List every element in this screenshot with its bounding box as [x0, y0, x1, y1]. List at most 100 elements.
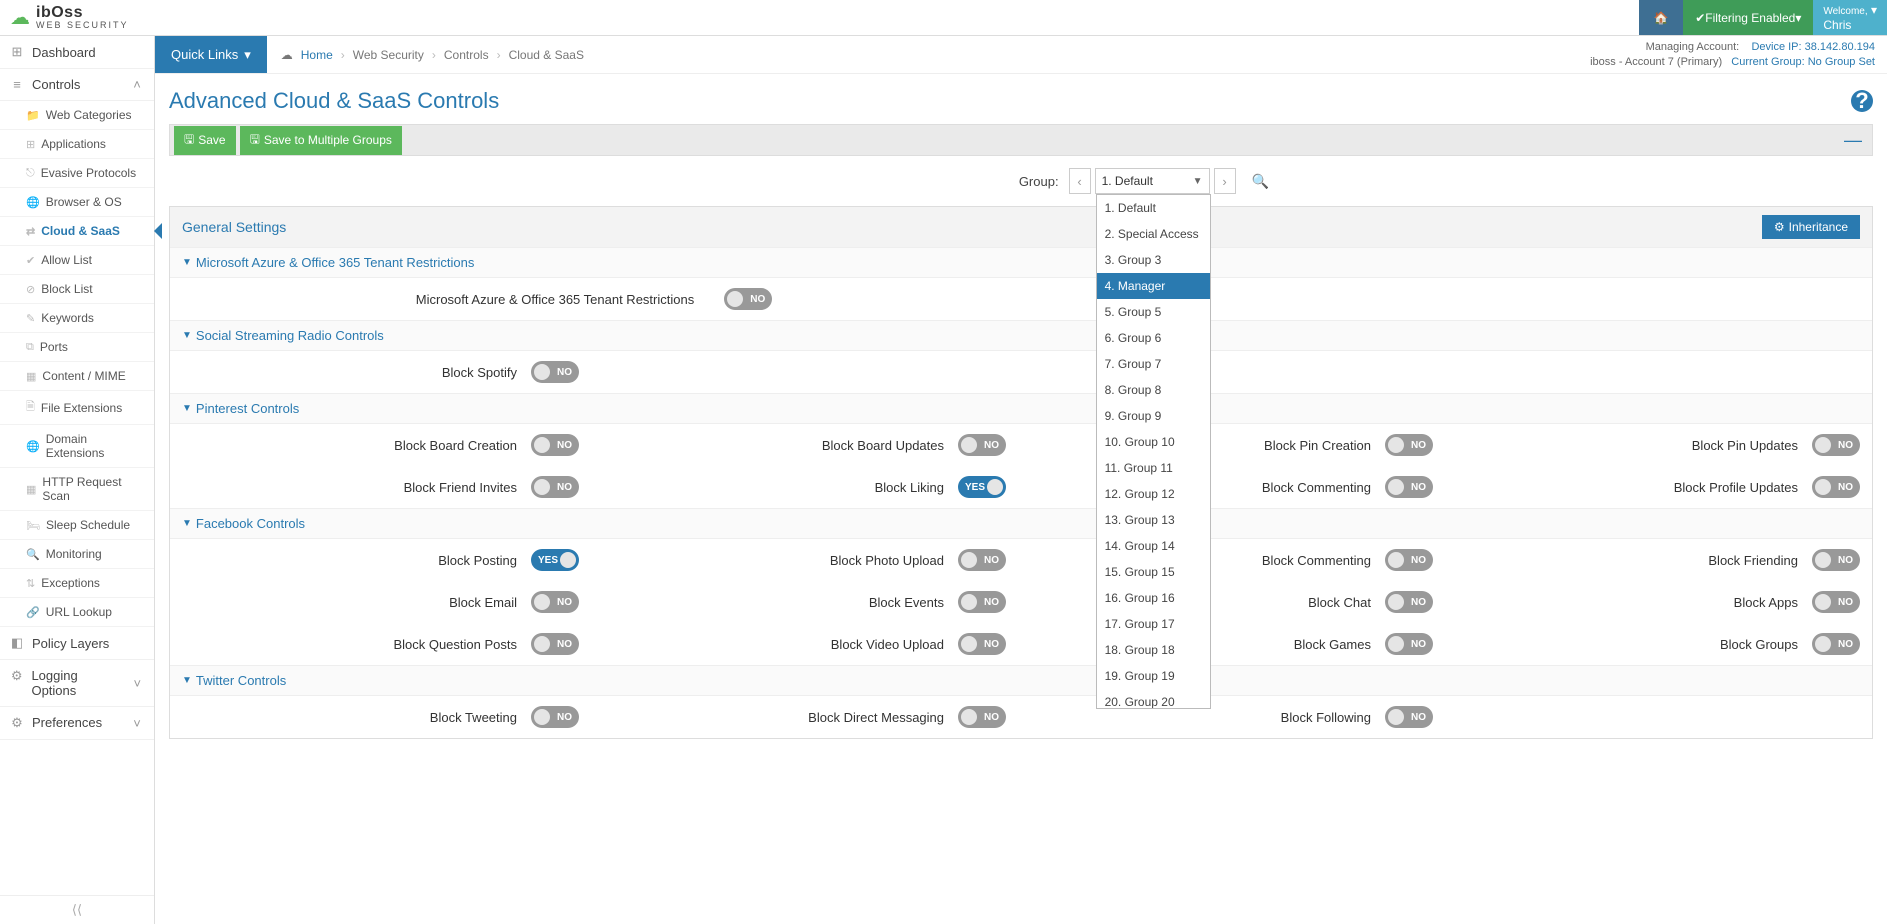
toggle[interactable]: NO: [531, 706, 579, 728]
group-option[interactable]: 5. Group 5: [1097, 299, 1210, 325]
chevron-down-icon: ▼: [1193, 176, 1203, 187]
section-azure[interactable]: ▼Microsoft Azure & Office 365 Tenant Res…: [170, 247, 1872, 278]
breadcrumb-bar: Quick Links ▾ ☁ Home› Web Security› Cont…: [155, 36, 1887, 74]
section-twitter[interactable]: ▼Twitter Controls: [170, 665, 1872, 696]
sidebar-item-ports[interactable]: ⧉Ports: [0, 333, 154, 362]
brand-sub: WEB SECURITY: [36, 21, 129, 30]
sidebar-item-browser-os[interactable]: 🌐Browser & OS: [0, 188, 154, 217]
group-option[interactable]: 2. Special Access: [1097, 221, 1210, 247]
save-button[interactable]: 🖫 Save: [174, 126, 236, 155]
group-option[interactable]: 18. Group 18: [1097, 637, 1210, 663]
help-icon[interactable]: ?: [1851, 90, 1873, 112]
sidebar-item-allow-list[interactable]: ✔Allow List: [0, 246, 154, 275]
group-option[interactable]: 10. Group 10: [1097, 429, 1210, 455]
toggle[interactable]: NO: [1385, 591, 1433, 613]
toggle[interactable]: NO: [1812, 549, 1860, 571]
toggle[interactable]: NO: [958, 633, 1006, 655]
group-option[interactable]: 6. Group 6: [1097, 325, 1210, 351]
sidebar-item-keywords[interactable]: ✎Keywords: [0, 304, 154, 333]
toggle[interactable]: NO: [1385, 476, 1433, 498]
nav-controls[interactable]: ≡Controls˄: [0, 69, 154, 101]
toggle[interactable]: YES: [531, 549, 579, 571]
toggle[interactable]: NO: [958, 591, 1006, 613]
minimize-icon[interactable]: —: [1838, 130, 1868, 151]
group-option[interactable]: 19. Group 19: [1097, 663, 1210, 689]
quick-links-button[interactable]: Quick Links ▾: [155, 36, 267, 73]
toggle[interactable]: NO: [531, 476, 579, 498]
sidebar-item-domain-extensions[interactable]: 🌐Domain Extensions: [0, 425, 154, 468]
save-bar: 🖫 Save 🖫 Save to Multiple Groups —: [169, 124, 1873, 156]
section-pinterest[interactable]: ▼Pinterest Controls: [170, 393, 1872, 424]
crumb-l2: Controls: [444, 48, 489, 62]
toggle[interactable]: NO: [958, 706, 1006, 728]
sidebar-item-file-extensions[interactable]: 🗎File Extensions: [0, 391, 154, 425]
group-option[interactable]: 3. Group 3: [1097, 247, 1210, 273]
toggle[interactable]: NO: [958, 434, 1006, 456]
nav-policy-layers[interactable]: ◧Policy Layers: [0, 627, 154, 660]
home-button[interactable]: 🏠: [1639, 0, 1683, 35]
toggle[interactable]: NO: [1812, 633, 1860, 655]
group-option[interactable]: 17. Group 17: [1097, 611, 1210, 637]
group-option[interactable]: 13. Group 13: [1097, 507, 1210, 533]
general-settings-header: General Settings ⚙ Inheritance: [170, 207, 1872, 247]
section-radio[interactable]: ▼Social Streaming Radio Controls: [170, 320, 1872, 351]
section-facebook[interactable]: ▼Facebook Controls: [170, 508, 1872, 539]
group-dropdown[interactable]: 1. Default2. Special Access3. Group 34. …: [1096, 194, 1211, 709]
toggle[interactable]: NO: [1812, 434, 1860, 456]
group-option[interactable]: 4. Manager: [1097, 273, 1210, 299]
group-option[interactable]: 16. Group 16: [1097, 585, 1210, 611]
sidebar-item-content-mime[interactable]: ▦Content / MIME: [0, 362, 154, 391]
ctl-label: Block Chat: [1308, 595, 1371, 610]
sidebar-item-cloud-saas[interactable]: ⇄Cloud & SaaS: [0, 217, 154, 246]
inheritance-button[interactable]: ⚙ Inheritance: [1762, 215, 1860, 239]
nav-preferences[interactable]: ⚙Preferences˅: [0, 707, 154, 740]
collapse-sidebar[interactable]: ⟨⟨: [0, 895, 154, 924]
toggle[interactable]: NO: [1812, 591, 1860, 613]
ctl-label: Block Video Upload: [831, 637, 944, 652]
sidebar-item-exceptions[interactable]: ⇅Exceptions: [0, 569, 154, 598]
toggle[interactable]: NO: [724, 288, 772, 310]
sidebar-item-http-request-scan[interactable]: ▦HTTP Request Scan: [0, 468, 154, 511]
group-option[interactable]: 12. Group 12: [1097, 481, 1210, 507]
toggle[interactable]: NO: [1385, 633, 1433, 655]
group-option[interactable]: 9. Group 9: [1097, 403, 1210, 429]
group-option[interactable]: 14. Group 14: [1097, 533, 1210, 559]
toggle[interactable]: NO: [1385, 434, 1433, 456]
sidebar-item-evasive-protocols[interactable]: ⎋Evasive Protocols: [0, 159, 154, 188]
toggle[interactable]: NO: [531, 633, 579, 655]
nav-logging-options[interactable]: ⚙Logging Options˅: [0, 660, 154, 707]
sidebar-item-applications[interactable]: ⊞Applications: [0, 130, 154, 159]
group-option[interactable]: 1. Default: [1097, 195, 1210, 221]
ctl-label: Block Events: [869, 595, 944, 610]
toggle[interactable]: YES: [958, 476, 1006, 498]
search-icon[interactable]: 🔍: [1246, 173, 1275, 190]
toggle[interactable]: NO: [531, 591, 579, 613]
toggle[interactable]: NO: [1812, 476, 1860, 498]
toggle[interactable]: NO: [1385, 549, 1433, 571]
ctl-label: Block Posting: [438, 553, 517, 568]
sidebar-item-web-categories[interactable]: 📁Web Categories: [0, 101, 154, 130]
group-option[interactable]: 7. Group 7: [1097, 351, 1210, 377]
group-option[interactable]: 20. Group 20: [1097, 689, 1210, 709]
toggle[interactable]: NO: [531, 434, 579, 456]
group-option[interactable]: 8. Group 8: [1097, 377, 1210, 403]
group-option[interactable]: 11. Group 11: [1097, 455, 1210, 481]
save-multiple-button[interactable]: 🖫 Save to Multiple Groups: [240, 126, 402, 155]
sidebar-item-block-list[interactable]: ⊘Block List: [0, 275, 154, 304]
sidebar-item-sleep-schedule[interactable]: 🛏Sleep Schedule: [0, 511, 154, 540]
user-menu[interactable]: Welcome, ▾Chris: [1813, 0, 1887, 35]
crumb-home[interactable]: Home: [301, 48, 333, 62]
group-prev-button[interactable]: ‹: [1069, 168, 1091, 194]
group-option[interactable]: 15. Group 15: [1097, 559, 1210, 585]
nav-dashboard[interactable]: ⊞Dashboard: [0, 36, 154, 69]
ctl-label: Block Following: [1281, 710, 1371, 725]
sidebar-item-monitoring[interactable]: 🔍Monitoring: [0, 540, 154, 569]
group-select[interactable]: 1. Default▼: [1095, 168, 1210, 194]
filtering-status-button[interactable]: ✔ Filtering Enabled ▾: [1683, 0, 1813, 35]
group-next-button[interactable]: ›: [1214, 168, 1236, 194]
sidebar-item-url-lookup[interactable]: 🔗URL Lookup: [0, 598, 154, 627]
toggle[interactable]: NO: [958, 549, 1006, 571]
toggle[interactable]: NO: [531, 361, 579, 383]
toggle[interactable]: NO: [1385, 706, 1433, 728]
ctl-label: Block Question Posts: [393, 637, 517, 652]
